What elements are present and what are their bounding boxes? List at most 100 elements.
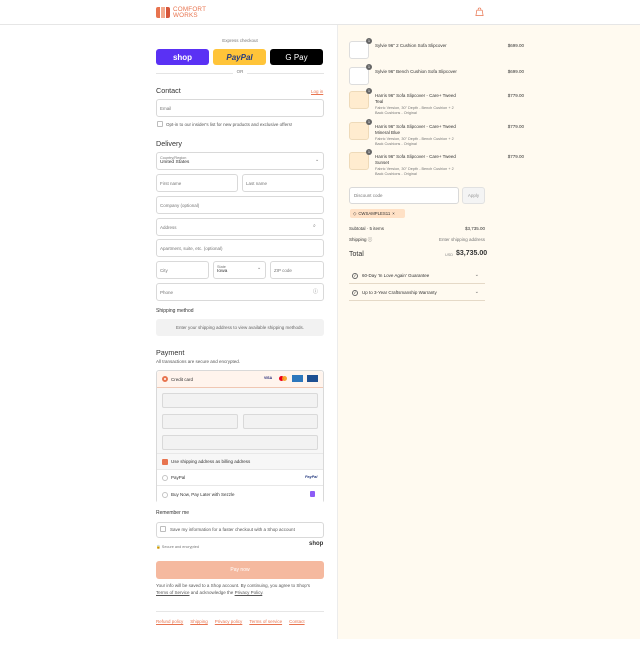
item-detail: Back Cushions - Original [375,111,417,115]
chevron-down-icon: ⌄ [474,289,479,295]
search-icon: ⌕ [313,223,316,229]
or-divider-text: OR [233,69,247,74]
apply-discount-button[interactable]: Apply [462,187,485,204]
save-info-checkbox[interactable] [160,526,166,532]
refund-policy-link[interactable]: Refund policy [156,619,183,624]
help-icon[interactable]: ⓘ [313,288,318,295]
help-icon[interactable]: ⓘ [368,237,373,242]
save-info-label: Save my information for a faster checkou… [170,527,295,532]
discount-code-field[interactable]: Discount code [349,187,459,204]
name-on-card-field[interactable] [162,435,318,450]
item-image-placeholder [349,152,369,170]
total-currency: USD [445,253,454,257]
paypal-label: PayPal [171,475,186,480]
footer-divider [156,611,324,612]
tag-icon: ◇ [353,210,357,216]
item-quantity-badge: 1 [366,119,372,125]
city-field[interactable]: City [156,261,209,279]
security-code-field[interactable] [243,414,318,429]
item-name: Harris 96" Sofa Slipcover - Care+ Tweed … [375,93,456,104]
item-image-placeholder [349,91,369,109]
item-name: Sylvie 96" 2 Cushion Sofa Slipcover [375,43,447,48]
item-price: $699.00 [507,43,524,48]
item-detail: Back Cushions - Original [375,142,417,146]
amex-icon [292,375,303,382]
chevron-down-icon: ⌄ [257,265,262,271]
express-checkout-title: Express checkout [222,38,258,43]
paypal-radio[interactable] [162,475,168,481]
total-value: $3,735.00 [456,250,488,257]
email-field[interactable]: Email [156,99,324,117]
google-pay-button[interactable]: G Pay [270,49,323,65]
phone-field[interactable]: Phone [156,283,324,301]
logo-mark-icon [156,6,170,19]
shipping-link[interactable]: Shipping [190,619,208,624]
remember-title: Remember me [156,510,190,516]
address-field[interactable]: Address [156,218,324,236]
warranty-accordion[interactable]: ✓ Up to 3-Year Craftsmanship Warranty ⌄ [349,285,485,301]
guarantee-label: 60-Day 'In Love Again' Guarantee [362,273,430,278]
terms-link[interactable]: Terms of service [249,619,282,624]
card-details-area [157,388,323,458]
country-select[interactable]: Country/Region United States [156,152,324,170]
mastercard-icon [279,376,287,382]
state-value: Iowa [217,269,228,274]
item-price: $779.00 [507,93,524,98]
legal-text: Your info will be saved to a Shop accoun… [156,583,311,595]
shop-pay-button[interactable]: shop [156,49,209,65]
shopping-bag-icon[interactable] [475,7,484,17]
sezzle-option[interactable]: Buy Now, Pay Later with Sezzle [157,485,323,503]
expiry-field[interactable] [162,414,238,429]
first-name-field[interactable]: First name [156,174,238,192]
item-image [349,67,369,85]
brand-name: COMFORT WORKS [173,5,207,19]
visa-icon: VISA [264,376,273,380]
order-summary-panel [337,25,640,639]
billing-same-checkbox[interactable] [162,459,168,465]
sezzle-label: Buy Now, Pay Later with Sezzle [171,492,235,497]
payment-subtitle: All transactions are secure and encrypte… [156,359,241,364]
company-field[interactable]: Company (optional) [156,196,324,214]
shop-badge: shop [309,541,324,547]
warranty-label: Up to 3-Year Craftsmanship Warranty [362,290,437,295]
payment-title: Payment [156,348,185,357]
remove-discount-icon[interactable]: × [392,211,395,216]
terms-link[interactable]: Terms of Service [156,590,190,595]
zip-field[interactable]: ZIP code [270,261,324,279]
billing-address-row[interactable]: Use shipping address as billing address [157,453,323,470]
credit-card-radio[interactable] [162,376,168,382]
paypal-button[interactable]: PayPal [213,49,266,65]
shipping-label: Shipping ⓘ [349,237,373,242]
paypal-option[interactable]: PayPal PayPal [157,469,323,486]
contact-link[interactable]: Contact [289,619,305,624]
privacy-policy-link[interactable]: Privacy policy [215,619,243,624]
brand-logo[interactable]: COMFORT WORKS [156,6,206,19]
last-name-field[interactable]: Last name [242,174,324,192]
optin-label: Opt-in to our insider's list for new pro… [166,122,293,127]
item-price: $779.00 [507,124,524,129]
guarantee-accordion[interactable]: ✓ 60-Day 'In Love Again' Guarantee ⌄ [349,268,485,284]
applied-discount-tag: ◇ CWSAMPLES11 × [350,209,405,218]
sezzle-icon [310,491,315,497]
credit-card-option[interactable]: Credit card VISA [157,371,323,388]
paypal-icon: PayPal [305,475,318,479]
item-name: Harris 96" Sofa Slipcover - Care+ Tweed … [375,124,456,135]
check-circle-icon: ✓ [352,289,358,296]
apartment-field[interactable]: Apartment, suite, etc. (optional) [156,239,324,257]
privacy-link[interactable]: Privacy Policy [235,590,263,595]
discover-icon [307,375,318,382]
item-price: $779.00 [507,154,524,159]
item-image-placeholder [349,122,369,140]
item-image [349,41,369,59]
contact-title: Contact [156,86,181,95]
item-quantity-badge: 1 [366,149,372,155]
total-label: Total [349,251,364,258]
card-number-field[interactable] [162,393,318,408]
optin-checkbox[interactable] [157,121,163,127]
login-link[interactable]: Log in [311,89,323,94]
pay-now-button[interactable]: Pay now [156,561,324,579]
country-value: United States [160,160,190,165]
billing-same-label: Use shipping address as billing address [171,459,251,464]
sezzle-radio[interactable] [162,492,168,498]
shipping-method-message: Enter your shipping address to view avai… [156,319,324,336]
